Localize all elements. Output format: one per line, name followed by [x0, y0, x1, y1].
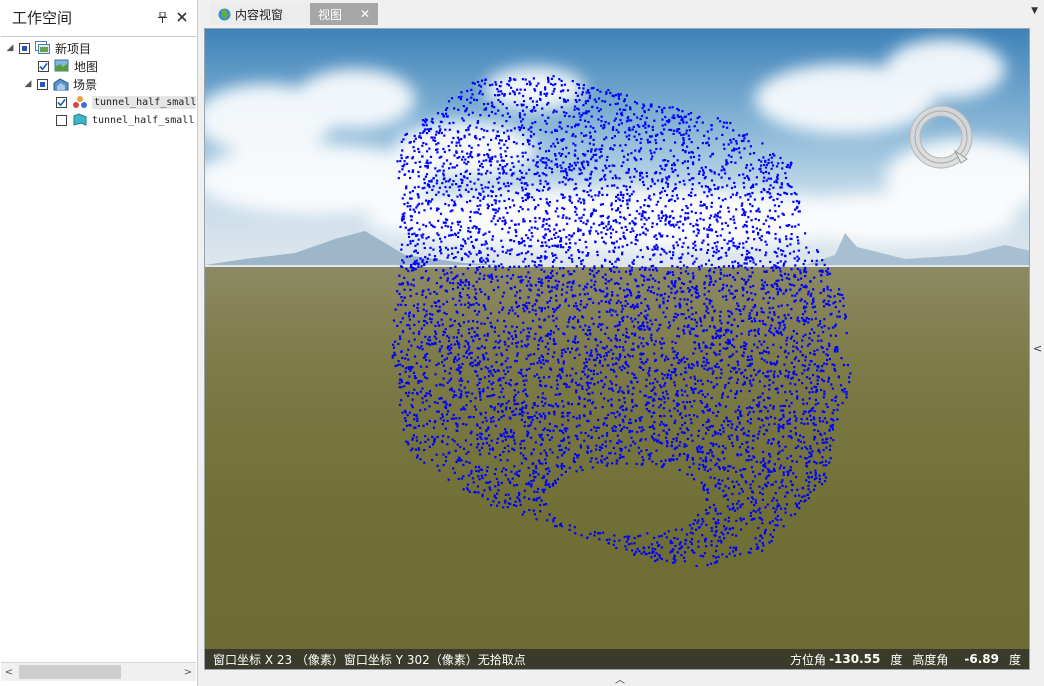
layer1-checkbox[interactable]: [56, 96, 67, 108]
azimuth-value: -130.55: [829, 652, 881, 666]
close-tab-icon[interactable]: ✕: [360, 7, 370, 21]
expand-arrow-icon[interactable]: ◢: [5, 43, 15, 53]
close-icon[interactable]: [175, 10, 189, 24]
workspace-tree: ◢ 新项目 地图 ◢ 场景 tunnel_half_small tunnel_h…: [1, 36, 196, 663]
status-bar: 窗口坐标 X 23 （像素）窗口坐标 Y 302（像素）无拾取点 方位角 -13…: [205, 649, 1029, 669]
scrollbar-thumb[interactable]: [19, 665, 121, 679]
tree-horizontal-scrollbar[interactable]: < >: [1, 662, 196, 681]
tree-node-layer-model[interactable]: tunnel_half_small: [41, 111, 194, 129]
tree-node-map[interactable]: 地图: [23, 57, 98, 75]
tree-node-project[interactable]: ◢ 新项目: [5, 39, 91, 57]
map-label: 地图: [74, 59, 99, 74]
point-cloud-layer-icon: [72, 95, 88, 109]
model-layer-icon: [72, 113, 88, 127]
project-checkbox[interactable]: [19, 42, 30, 54]
scene-3d-view[interactable]: 窗口坐标 X 23 （像素）窗口坐标 Y 302（像素）无拾取点 方位角 -13…: [204, 28, 1030, 670]
project-icon: [35, 41, 51, 55]
layer2-label: tunnel_half_small: [92, 114, 195, 126]
azimuth-unit: 度: [890, 652, 903, 667]
scroll-left-icon[interactable]: <: [1, 667, 17, 678]
globe-icon: [218, 8, 231, 21]
layer2-checkbox[interactable]: [56, 114, 67, 126]
layer1-label: tunnel_half_small: [92, 95, 196, 109]
scene-checkbox[interactable]: [37, 78, 48, 90]
tab-content-view[interactable]: 内容视窗: [210, 3, 310, 25]
expand-bottom-panel-icon[interactable]: ︿: [615, 671, 625, 686]
pitch-unit: 度: [1008, 652, 1021, 667]
expand-right-panel-icon[interactable]: <: [1033, 342, 1042, 355]
pin-icon[interactable]: [155, 10, 169, 24]
project-label: 新项目: [55, 41, 92, 56]
tab-dropdown-icon[interactable]: ▼: [1031, 6, 1038, 16]
document-tabs: 内容视窗 视图 ✕ ▼: [204, 0, 1044, 28]
scroll-right-icon[interactable]: >: [180, 667, 196, 678]
tree-node-layer-pointcloud[interactable]: tunnel_half_small: [41, 93, 196, 111]
pitch-value: -6.89: [964, 652, 999, 666]
tab-view-label: 视图: [318, 7, 343, 22]
map-icon: [54, 59, 70, 73]
tree-node-scene[interactable]: ◢ 场景: [23, 75, 97, 93]
expand-arrow-icon[interactable]: ◢: [23, 79, 33, 89]
tab-content-view-label: 内容视窗: [235, 7, 284, 22]
tab-view[interactable]: 视图 ✕: [310, 3, 378, 25]
map-checkbox[interactable]: [38, 60, 49, 72]
scene-icon: [53, 77, 69, 91]
workspace-panel: 工作空间 ◢ 新项目 地图 ◢ 场景 tunnel_half_small tun…: [0, 0, 198, 686]
cursor-coordinates: 窗口坐标 X 23 （像素）窗口坐标 Y 302（像素）无拾取点: [213, 652, 526, 667]
scene-label: 场景: [73, 77, 98, 92]
pitch-label: 高度角: [912, 652, 949, 667]
workspace-title: 工作空间: [12, 8, 73, 27]
azimuth-label: 方位角: [790, 652, 827, 667]
navigation-compass-icon[interactable]: [905, 101, 985, 181]
workspace-header: 工作空间: [0, 0, 197, 34]
